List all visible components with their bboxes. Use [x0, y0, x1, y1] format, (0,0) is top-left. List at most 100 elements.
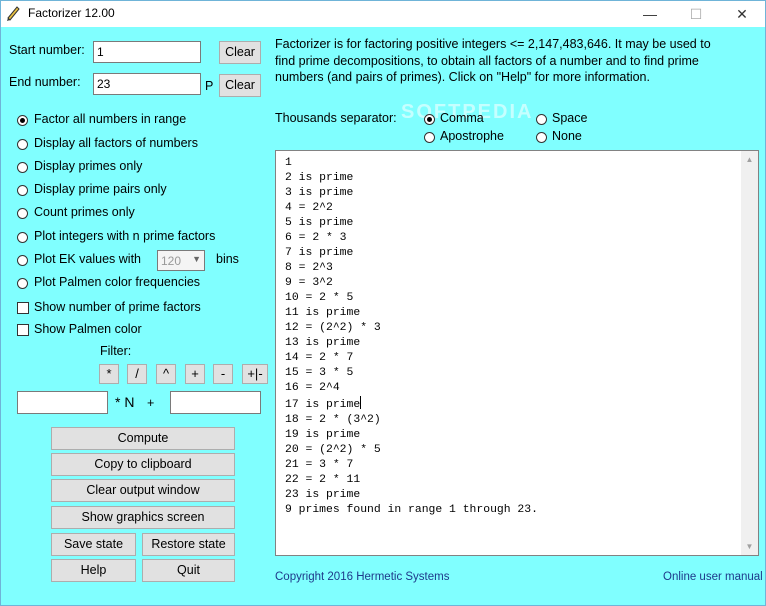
output-lines: 1 2 is prime 3 is prime 4 = 2^2 5 is prime 6 …: [285, 156, 538, 518]
mode-label-6[interactable]: Plot EK values with: [34, 252, 141, 266]
info-line-2: find prime decompositions, to obtain all…: [275, 53, 699, 68]
output-line: 8 = 2^3: [285, 262, 333, 274]
mode-label-1[interactable]: Display all factors of numbers: [34, 136, 198, 150]
window-title: Factorizer 12.00: [28, 6, 115, 20]
filter-label: Filter:: [100, 344, 132, 358]
save-state-button[interactable]: Save state: [51, 533, 136, 556]
output-line: 14 = 2 * 7: [285, 352, 354, 364]
start-clear-button[interactable]: Clear: [219, 41, 261, 64]
output-line: 20 = (2^2) * 5: [285, 444, 381, 456]
title-bar[interactable]: Factorizer 12.00 — ☐ ✕: [1, 1, 765, 27]
maximize-button[interactable]: ☐: [673, 1, 719, 27]
checkbox-0[interactable]: [17, 302, 29, 314]
help-button[interactable]: Help: [51, 559, 136, 582]
mode-label-5[interactable]: Plot integers with n prime factors: [34, 229, 215, 243]
output-line: 15 = 3 * 5: [285, 367, 354, 379]
separator-label-3[interactable]: None: [552, 129, 582, 143]
vertical-scrollbar[interactable]: ▲ ▼: [741, 151, 758, 555]
mode-radio-2[interactable]: [17, 162, 28, 173]
mode-label-3[interactable]: Display prime pairs only: [34, 182, 167, 196]
compute-button[interactable]: Compute: [51, 427, 235, 450]
end-p-label: P: [205, 79, 214, 93]
separator-radio-3[interactable]: [536, 132, 547, 143]
scroll-up-arrow-icon[interactable]: ▲: [741, 151, 758, 168]
mode-radio-1[interactable]: [17, 139, 28, 150]
ek-bins-combo[interactable]: 120 ▼: [157, 250, 205, 271]
copy-to-clipboard-button[interactable]: Copy to clipboard: [51, 453, 235, 476]
filter-op-button-2[interactable]: ^: [156, 364, 176, 384]
checkbox-label-0[interactable]: Show number of prime factors: [34, 300, 201, 314]
close-button[interactable]: ✕: [719, 1, 765, 27]
filter-multiplier-input[interactable]: [17, 391, 108, 414]
output-line: 11 is prime: [285, 307, 361, 319]
mode-radio-4[interactable]: [17, 208, 28, 219]
scroll-down-arrow-icon[interactable]: ▼: [741, 538, 758, 555]
output-line: 5 is prime: [285, 217, 354, 229]
restore-state-button[interactable]: Restore state: [142, 533, 235, 556]
output-line: 3 is prime: [285, 187, 354, 199]
output-line: 9 = 3^2: [285, 277, 333, 289]
plus-label: +: [147, 396, 155, 410]
output-textarea[interactable]: 1 2 is prime 3 is prime 4 = 2^2 5 is prime 6 …: [275, 150, 759, 556]
output-line: 2 is prime: [285, 172, 354, 184]
mode-label-4[interactable]: Count primes only: [34, 205, 135, 219]
output-line: 6 = 2 * 3: [285, 232, 347, 244]
output-line: 9 primes found in range 1 through 23.: [285, 504, 538, 516]
output-line: 18 = 2 * (3^2): [285, 414, 381, 426]
separator-radio-0[interactable]: [424, 114, 435, 125]
clear-output-button[interactable]: Clear output window: [51, 479, 235, 502]
info-text: Factorizer is for factoring positive int…: [275, 36, 711, 86]
mode-radio-7[interactable]: [17, 278, 28, 289]
mode-radio-3[interactable]: [17, 185, 28, 196]
checkbox-label-1[interactable]: Show Palmen color: [34, 322, 142, 336]
start-number-input[interactable]: 1: [93, 41, 201, 63]
output-line: 1: [285, 157, 292, 169]
separator-radio-2[interactable]: [424, 132, 435, 143]
mode-label-0[interactable]: Factor all numbers in range: [34, 112, 186, 126]
filter-offset-input[interactable]: [170, 391, 261, 414]
mode-radio-0[interactable]: [17, 115, 28, 126]
output-line: 16 = 2^4: [285, 382, 340, 394]
separator-label-2[interactable]: Apostrophe: [440, 129, 504, 143]
separator-radio-1[interactable]: [536, 114, 547, 125]
show-graphics-button[interactable]: Show graphics screen: [51, 506, 235, 529]
mode-radio-5[interactable]: [17, 232, 28, 243]
output-line: 17 is prime: [285, 396, 538, 413]
filter-op-button-1[interactable]: /: [127, 364, 147, 384]
minimize-button[interactable]: —: [627, 1, 673, 27]
ek-bins-suffix: bins: [216, 252, 239, 266]
separator-label-0[interactable]: Comma: [440, 111, 484, 125]
filter-op-button-3[interactable]: +: [185, 364, 205, 384]
app-window: Factorizer 12.00 — ☐ ✕ Start number: 1 C…: [0, 0, 766, 606]
output-line: 7 is prime: [285, 247, 354, 259]
online-manual-link[interactable]: Online user manual: [663, 571, 763, 583]
output-line: 21 = 3 * 7: [285, 459, 354, 471]
end-number-label: End number:: [9, 75, 81, 89]
start-number-label: Start number:: [9, 43, 85, 57]
output-line: 19 is prime: [285, 429, 361, 441]
filter-op-button-4[interactable]: -: [213, 364, 233, 384]
checkbox-1[interactable]: [17, 324, 29, 336]
thousands-separator-label: Thousands separator:: [275, 111, 397, 125]
mode-label-7[interactable]: Plot Palmen color frequencies: [34, 275, 200, 289]
info-line-3: numbers (and pairs of primes). Click on …: [275, 70, 650, 84]
times-n-label: * N: [115, 394, 135, 410]
copyright-text: Copyright 2016 Hermetic Systems: [275, 571, 450, 583]
chevron-down-icon[interactable]: ▼: [192, 254, 201, 264]
separator-label-1[interactable]: Space: [552, 111, 587, 125]
pencil-icon: [7, 6, 20, 21]
mode-label-2[interactable]: Display primes only: [34, 159, 142, 173]
end-clear-button[interactable]: Clear: [219, 74, 261, 97]
quit-button[interactable]: Quit: [142, 559, 235, 582]
output-line: 12 = (2^2) * 3: [285, 322, 381, 334]
filter-op-button-5[interactable]: +|-: [242, 364, 268, 384]
ek-bins-value: 120: [161, 254, 182, 268]
end-number-input[interactable]: 23: [93, 73, 201, 95]
mode-radio-6[interactable]: [17, 255, 28, 266]
output-line: 10 = 2 * 5: [285, 292, 354, 304]
text-caret: [360, 396, 362, 409]
output-line: 13 is prime: [285, 337, 361, 349]
filter-op-button-0[interactable]: *: [99, 364, 119, 384]
output-line: 4 = 2^2: [285, 202, 333, 214]
info-line-1: Factorizer is for factoring positive int…: [275, 37, 711, 51]
